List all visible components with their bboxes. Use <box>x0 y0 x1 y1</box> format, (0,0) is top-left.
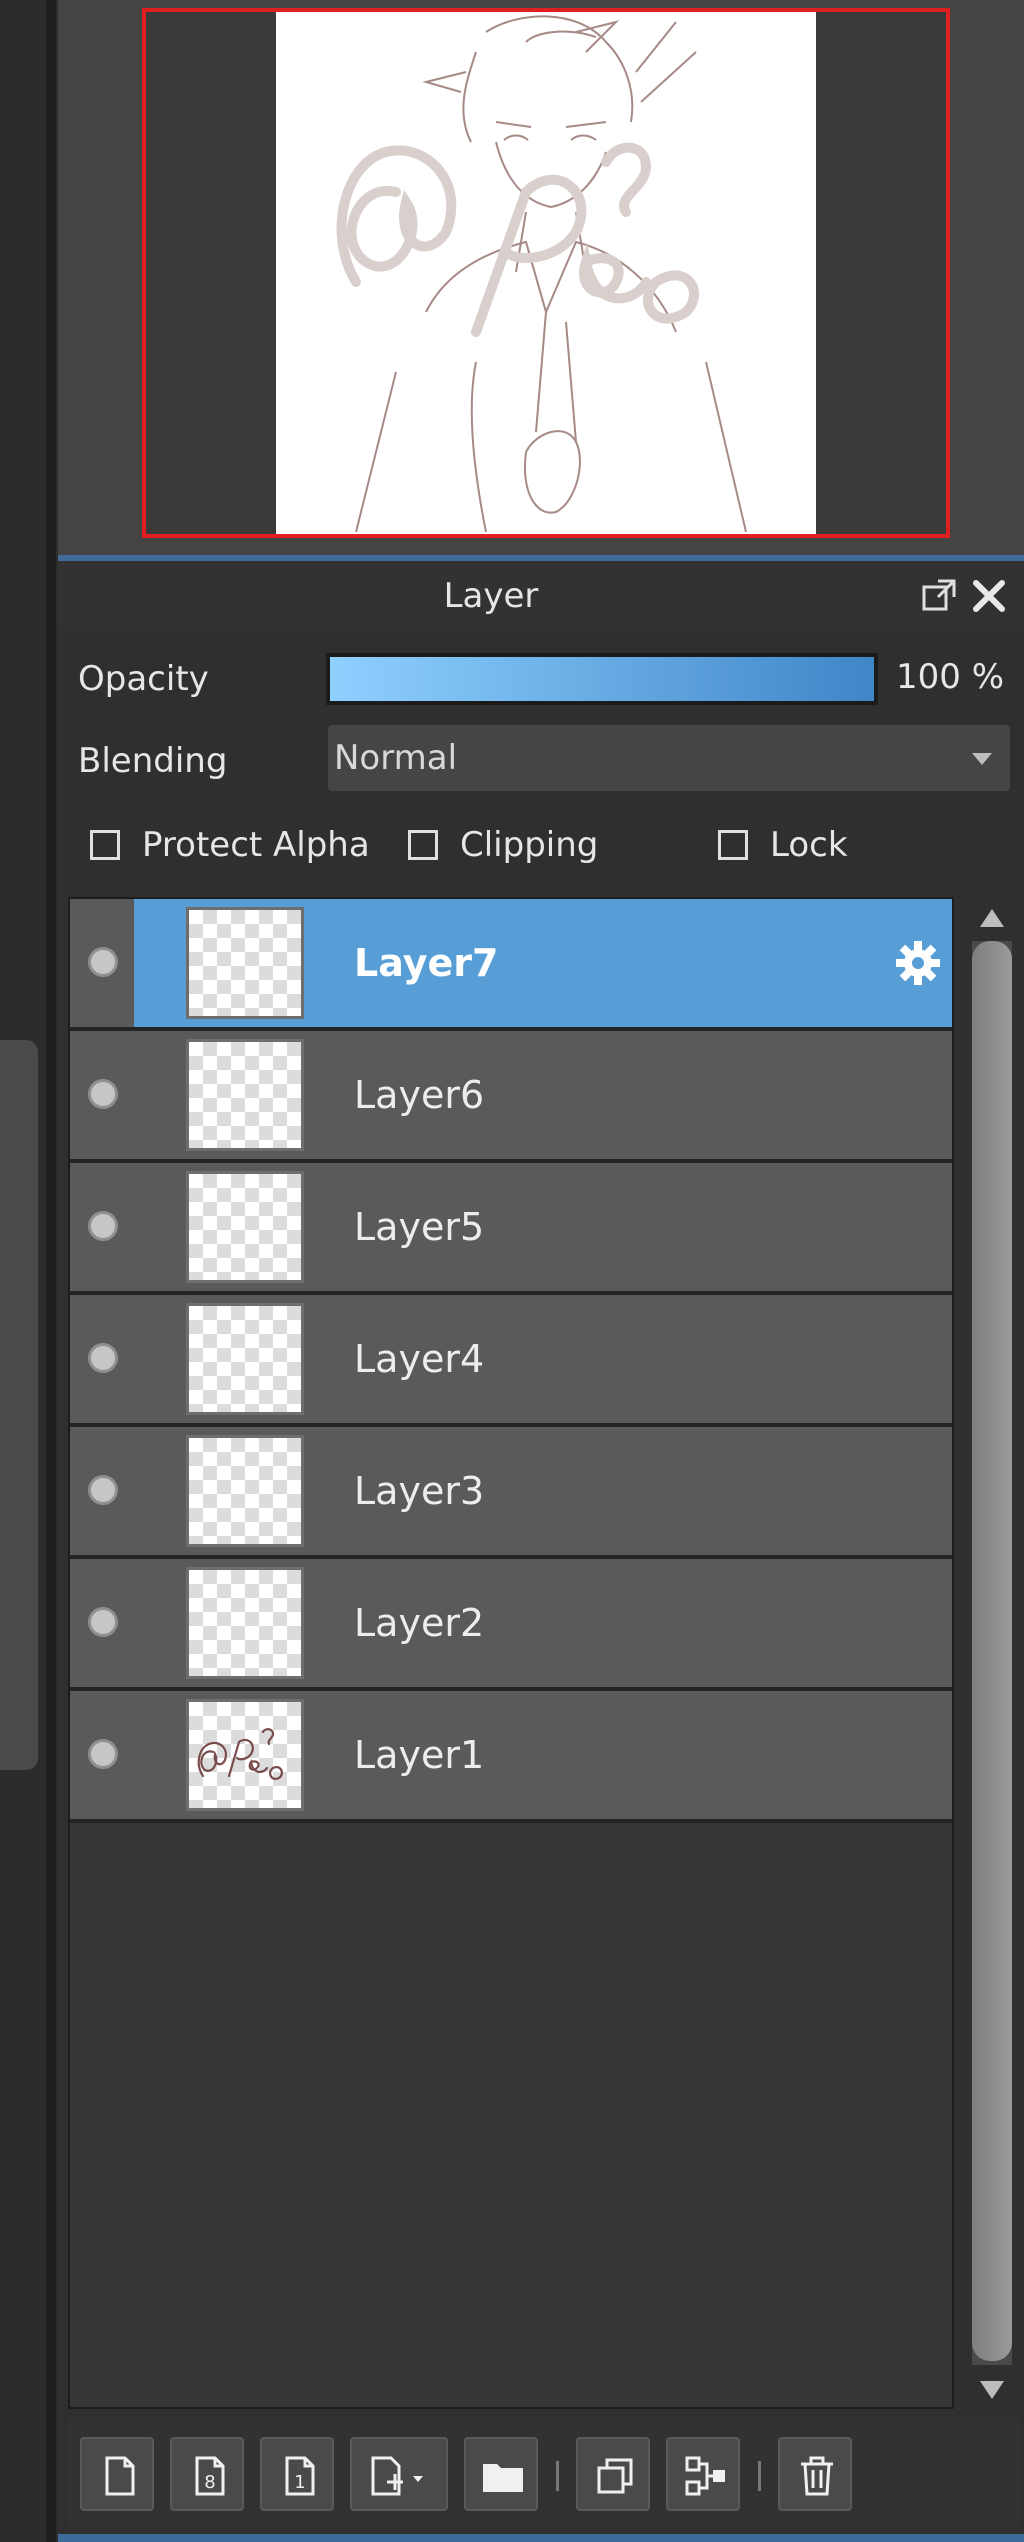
opacity-value: 100 % <box>896 657 1005 697</box>
duplicate-layer-button[interactable] <box>576 2437 650 2511</box>
panel-bottom-accent <box>58 2534 1024 2542</box>
add-layer-menu-icon <box>371 2456 423 2496</box>
layer-toolbar: 8 1 <box>68 2417 1020 2527</box>
add-layer-menu-button[interactable] <box>350 2437 448 2511</box>
layer-thumbnail <box>186 1567 304 1679</box>
layer-row[interactable]: Layer6 <box>70 1031 952 1163</box>
layer-list-scrollbar[interactable] <box>962 897 1020 2409</box>
visibility-toggle-icon[interactable] <box>88 1079 118 1109</box>
checkbox-box[interactable] <box>718 830 748 860</box>
layer-name: Layer4 <box>354 1337 485 1381</box>
layer-panel-titlebar: Layer <box>58 561 1024 631</box>
delete-layer-button[interactable] <box>778 2437 852 2511</box>
new-folder-button[interactable] <box>464 2437 538 2511</box>
layer-thumbnail <box>186 907 304 1019</box>
navigator-canvas-preview <box>276 12 816 534</box>
panel-title: Layer <box>443 576 539 616</box>
navigator-panel <box>58 0 1024 555</box>
merge-layer-button[interactable] <box>666 2437 740 2511</box>
navigator-view-frame[interactable] <box>142 8 950 538</box>
lock-label: Lock <box>770 825 848 865</box>
visibility-toggle-icon[interactable] <box>88 1211 118 1241</box>
scroll-down-icon[interactable] <box>980 2381 1004 2399</box>
svg-text:1: 1 <box>294 2472 305 2493</box>
duplicate-layer-icon <box>597 2458 633 2494</box>
sketch-illustration <box>336 15 747 533</box>
blending-label: Blending <box>78 741 228 781</box>
new-layer-icon <box>105 2456 135 2496</box>
checkbox-box[interactable] <box>90 830 120 860</box>
left-scrollbar-thumb[interactable] <box>0 1040 38 1770</box>
scroll-up-icon[interactable] <box>980 909 1004 927</box>
merge-layer-icon <box>685 2456 725 2496</box>
layer-name: Layer1 <box>354 1733 485 1777</box>
toolbar-divider <box>758 2461 761 2491</box>
layer-name: Layer2 <box>354 1601 485 1645</box>
clipping-checkbox[interactable]: Clipping <box>408 823 598 867</box>
new-1bit-layer-icon: 1 <box>285 2456 315 2496</box>
layer-row[interactable]: Layer2 <box>70 1559 952 1691</box>
visibility-toggle-icon[interactable] <box>88 1343 118 1373</box>
new-1bit-layer-button[interactable]: 1 <box>260 2437 334 2511</box>
layer-row[interactable]: Layer3 <box>70 1427 952 1559</box>
protect-alpha-label: Protect Alpha <box>142 825 370 865</box>
scrollbar-thumb[interactable] <box>972 941 1012 2361</box>
layer-row[interactable]: Layer7 <box>70 899 952 1031</box>
layer-list: Layer7 Layer6 Layer5 Layer4 Layer3 Layer… <box>68 897 954 2409</box>
visibility-toggle-icon[interactable] <box>88 1739 118 1769</box>
blending-dropdown[interactable]: Normal <box>328 725 1010 791</box>
layer-thumbnail <box>186 1435 304 1547</box>
layer-row[interactable]: Layer4 <box>70 1295 952 1427</box>
delete-layer-icon <box>801 2456 833 2496</box>
svg-text:8: 8 <box>204 2472 215 2493</box>
layer-thumbnail <box>186 1171 304 1283</box>
lock-checkbox[interactable]: Lock <box>718 823 848 867</box>
visibility-toggle-icon[interactable] <box>88 1607 118 1637</box>
panel-splitter[interactable] <box>46 0 56 2542</box>
layer-thumbnail <box>186 1039 304 1151</box>
visibility-toggle-icon[interactable] <box>88 947 118 977</box>
visibility-toggle-icon[interactable] <box>88 1475 118 1505</box>
protect-alpha-checkbox[interactable]: Protect Alpha <box>90 823 370 867</box>
layer-row[interactable]: Layer1 <box>70 1691 952 1823</box>
new-folder-icon <box>483 2464 523 2492</box>
toolbar-divider <box>556 2461 559 2491</box>
layer-row[interactable]: Layer5 <box>70 1163 952 1295</box>
layer-name: Layer6 <box>354 1073 485 1117</box>
layer-panel: Layer Opacity 100 % Blending Normal Prot… <box>58 561 1024 2542</box>
chevron-down-icon <box>972 753 992 765</box>
opacity-slider[interactable] <box>326 653 878 705</box>
layer-thumbnail <box>186 1303 304 1415</box>
opacity-slider-fill <box>330 657 874 701</box>
blending-dropdown-value: Normal <box>334 738 458 778</box>
gear-icon[interactable] <box>894 939 942 987</box>
layer-thumbnail <box>186 1699 304 1811</box>
watermark-thumbnail <box>197 1728 283 1780</box>
layer-name: Layer5 <box>354 1205 485 1249</box>
opacity-label: Opacity <box>78 659 209 699</box>
layer-name: Layer3 <box>354 1469 485 1513</box>
new-8bit-layer-button[interactable]: 8 <box>170 2437 244 2511</box>
clipping-label: Clipping <box>460 825 599 865</box>
close-icon[interactable] <box>970 577 1008 615</box>
new-layer-button[interactable] <box>80 2437 154 2511</box>
layer-name: Layer7 <box>354 941 499 985</box>
checkbox-box[interactable] <box>408 830 438 860</box>
new-8bit-layer-icon: 8 <box>195 2456 225 2496</box>
popout-icon[interactable] <box>920 577 958 615</box>
